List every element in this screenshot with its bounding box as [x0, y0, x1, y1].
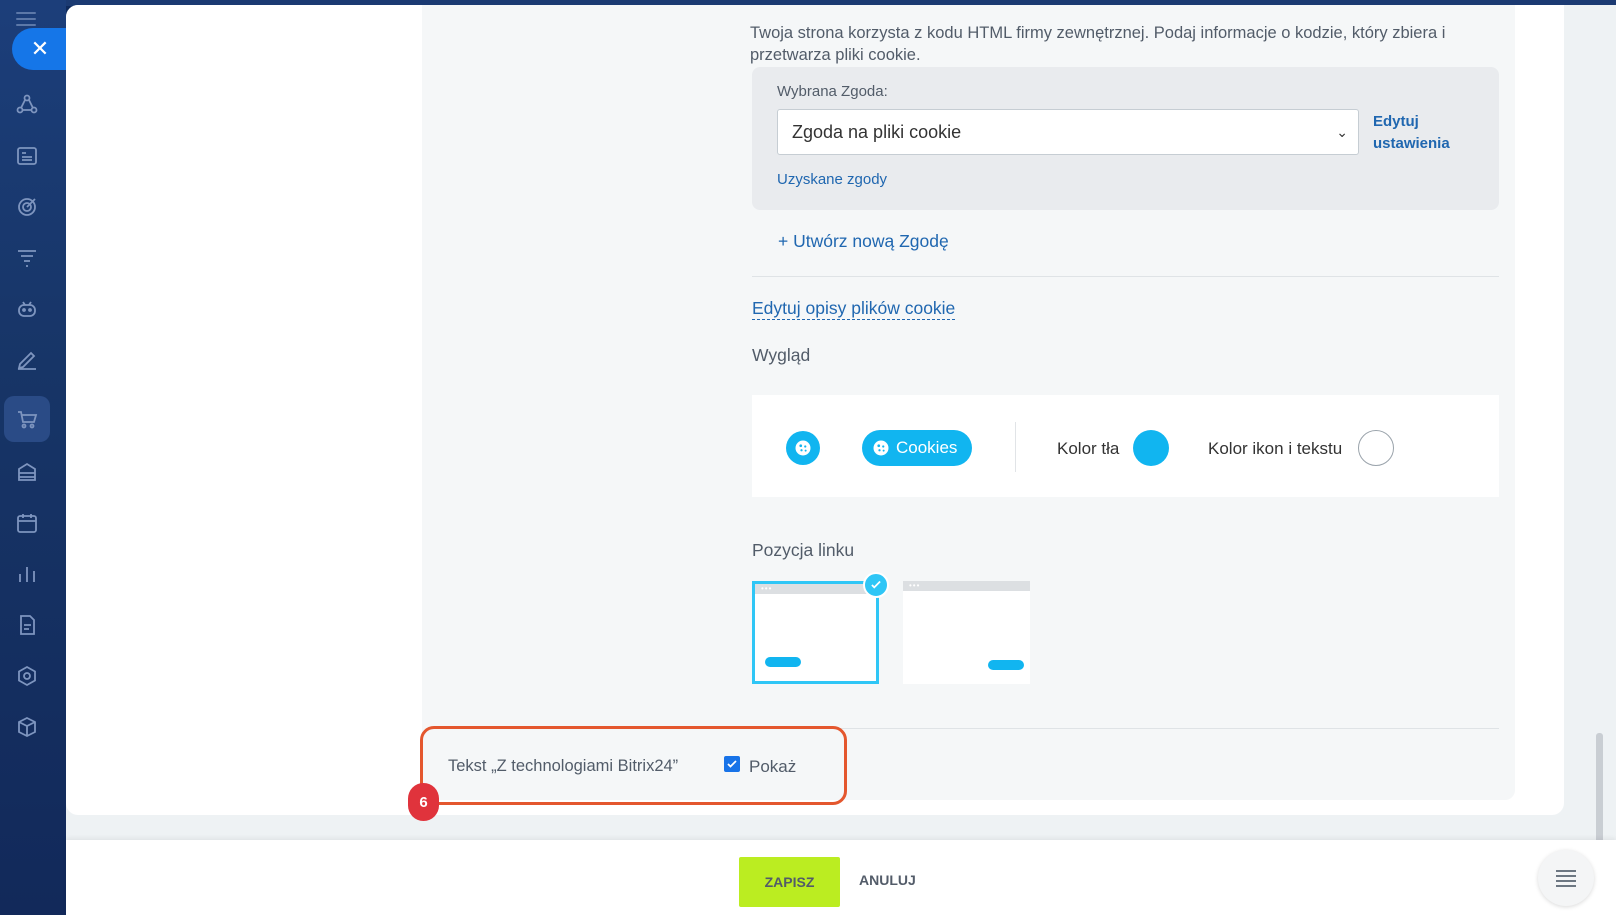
sidebar-robot-icon[interactable] — [14, 296, 40, 322]
left-sidebar: ✕ — [0, 0, 66, 915]
chevron-down-icon: ⌄ — [1336, 124, 1348, 140]
obtained-consents-link[interactable]: Uzyskane zgody — [777, 171, 887, 188]
background-color-label: Kolor tła — [1057, 439, 1120, 458]
link-button-preview — [988, 660, 1024, 670]
divider — [752, 276, 1499, 277]
icon-text-color-label: Kolor ikon i tekstu — [1208, 439, 1343, 458]
close-icon: ✕ — [30, 36, 50, 61]
cookie-icon-button[interactable] — [786, 431, 820, 465]
appearance-title: Wygląd — [752, 345, 811, 365]
sidebar-analytics-icon[interactable] — [14, 561, 40, 587]
divider — [1015, 422, 1016, 472]
list-menu-button[interactable] — [1538, 850, 1594, 906]
sidebar-document-icon[interactable] — [14, 612, 40, 638]
consent-select-value: Zgoda na pliki cookie — [792, 122, 962, 142]
icon-text-color-swatch[interactable] — [1358, 430, 1394, 466]
link-position-left-option[interactable]: ••• — [752, 581, 879, 684]
save-button[interactable]: ZAPISZ — [739, 857, 840, 907]
sidebar-crm-icon[interactable] — [14, 92, 40, 118]
step-badge: 6 — [408, 783, 439, 821]
bottom-action-bar — [66, 840, 1616, 915]
sidebar-box-icon[interactable] — [14, 714, 40, 740]
sidebar-funnel-icon[interactable] — [14, 245, 40, 271]
selected-consent-label: Wybrana Zgoda: — [777, 83, 888, 100]
sidebar-pen-icon[interactable] — [14, 347, 40, 373]
cookie-icon — [795, 440, 811, 456]
link-position-right-option[interactable]: ••• — [903, 581, 1030, 684]
create-new-consent-link[interactable]: + Utwórz nową Zgodę — [778, 231, 949, 252]
edit-settings-link[interactable]: Edytuj ustawienia — [1373, 111, 1473, 155]
cookie-pill-label: Cookies — [896, 438, 958, 457]
cookie-pill-button[interactable]: Cookies — [862, 430, 972, 466]
list-icon — [1556, 870, 1576, 887]
sidebar-hexagon-icon[interactable] — [14, 663, 40, 689]
sidebar-store-icon[interactable] — [14, 459, 40, 485]
link-button-preview — [765, 657, 801, 667]
sidebar-cart-icon[interactable] — [14, 406, 40, 432]
annotation-highlight-frame — [420, 726, 847, 805]
sidebar-contacts-icon[interactable] — [14, 143, 40, 169]
cookie-icon — [873, 440, 889, 456]
edit-cookie-descriptions-link[interactable]: Edytuj opisy plików cookie — [752, 297, 956, 320]
sidebar-calendar-icon[interactable] — [14, 510, 40, 536]
divider — [752, 728, 1499, 729]
close-slider-button[interactable]: ✕ — [12, 28, 66, 70]
check-icon — [863, 572, 889, 598]
menu-icon[interactable] — [16, 12, 36, 26]
scrollbar[interactable] — [1596, 733, 1603, 843]
cancel-button[interactable]: ANULUJ — [859, 872, 916, 888]
consent-select[interactable]: Zgoda na pliki cookie ⌄ — [777, 109, 1359, 155]
sidebar-target-icon[interactable] — [14, 194, 40, 220]
window-bar: ••• — [903, 581, 1030, 591]
link-position-title: Pozycja linku — [752, 540, 855, 560]
cookie-description: Twoja strona korzysta z kodu HTML firmy … — [750, 24, 1446, 64]
window-bar: ••• — [755, 584, 876, 594]
background-color-swatch[interactable] — [1133, 430, 1169, 466]
